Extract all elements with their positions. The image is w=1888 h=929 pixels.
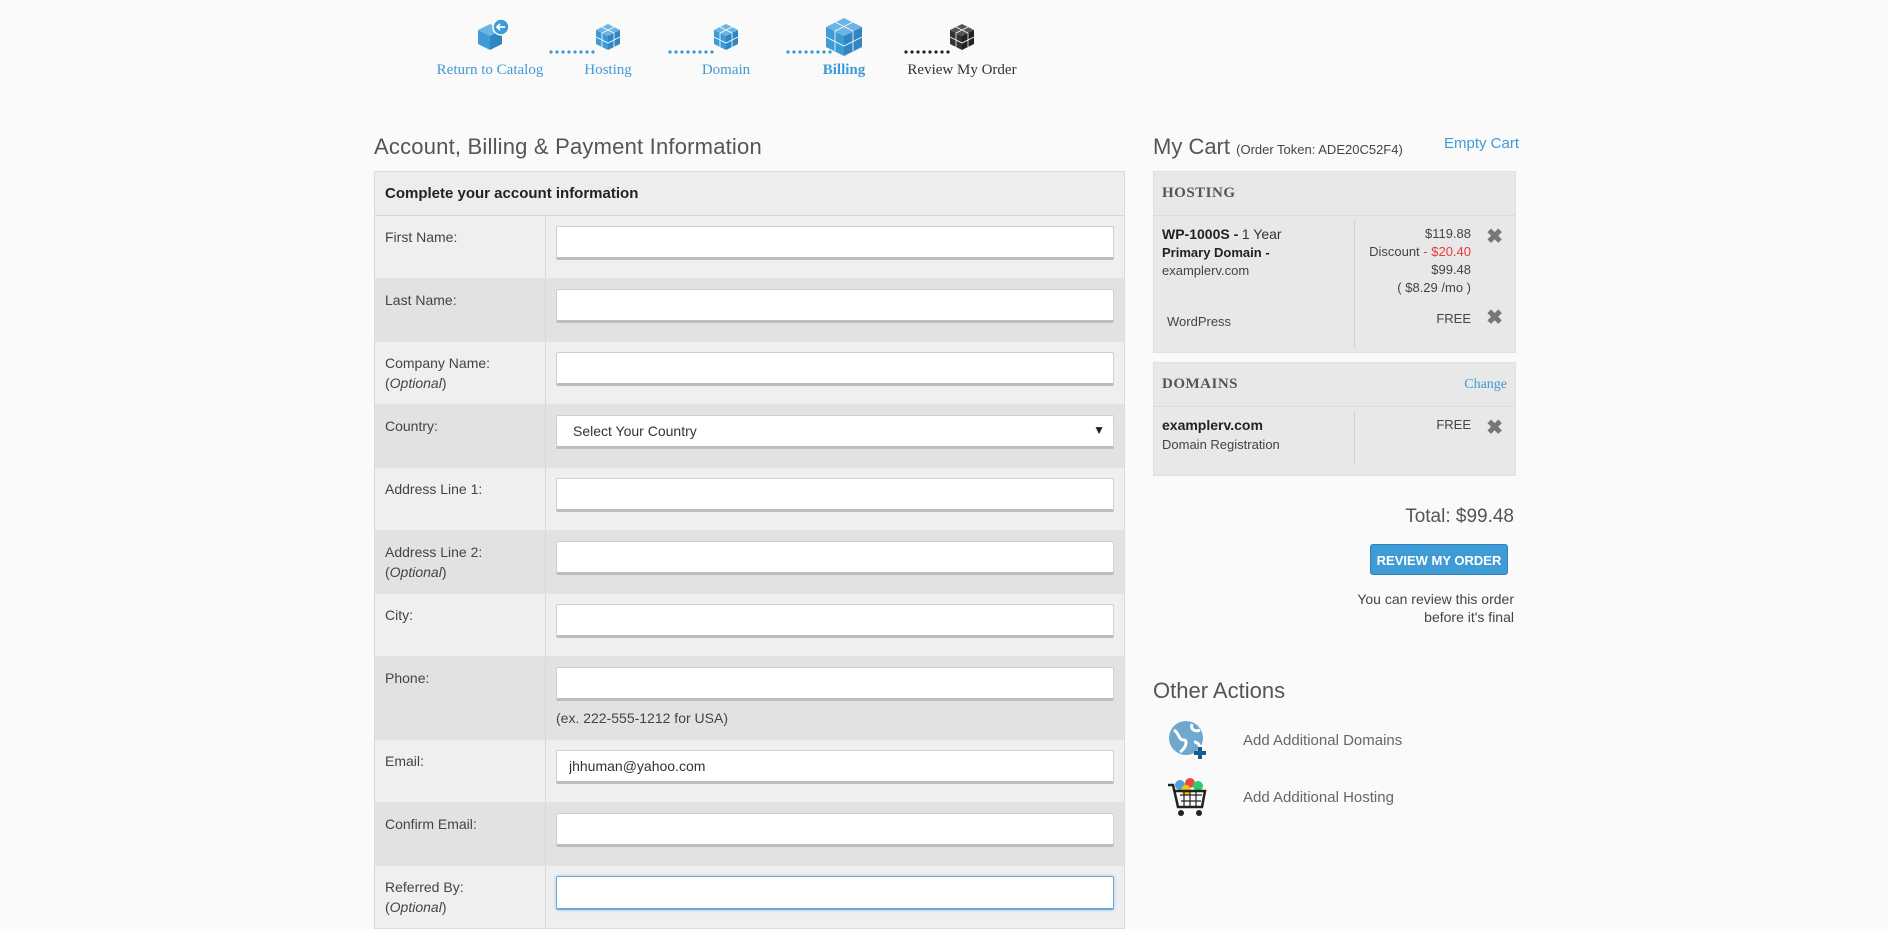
email-input[interactable] — [556, 750, 1114, 784]
form-row-address-1: Address Line 1: — [375, 468, 1124, 531]
cart-item-domain: examplerv.com Domain Registration FREE ✖ — [1154, 407, 1515, 473]
globe-plus-icon — [1169, 721, 1206, 759]
divider — [1354, 411, 1355, 465]
field-label: Country: — [375, 405, 546, 467]
confirm-email-input[interactable] — [556, 813, 1114, 847]
form-row-address-2: Address Line 2: (Optional) — [375, 531, 1124, 594]
checkout-steps: Return to Catalog Hosting Domain Billing — [437, 14, 1060, 94]
company-name-input[interactable] — [556, 352, 1114, 386]
address-line-1-input[interactable] — [556, 478, 1114, 512]
domain-price: FREE — [1436, 417, 1471, 432]
form-row-confirm-email: Confirm Email: — [375, 803, 1124, 866]
field-label: Address Line 1: — [375, 468, 546, 530]
cube-icon — [595, 24, 621, 50]
field-label: City: — [375, 594, 546, 656]
form-row-last-name: Last Name: — [375, 279, 1124, 342]
add-hosting-action[interactable]: Add Additional Hosting — [1166, 775, 1394, 819]
cart-total: Total: $99.48 — [1405, 506, 1514, 527]
review-note: You can review this order before it's fi… — [1357, 591, 1514, 625]
field-label: Address Line 2: (Optional) — [375, 531, 546, 593]
address-line-2-input[interactable] — [556, 541, 1114, 575]
form-panel-title: Complete your account information — [375, 172, 1124, 216]
city-input[interactable] — [556, 604, 1114, 638]
form-row-email: Email: — [375, 740, 1124, 803]
review-order-button[interactable]: REVIEW MY ORDER — [1370, 544, 1508, 575]
empty-cart-link[interactable]: Empty Cart — [1444, 135, 1519, 152]
form-row-city: City: — [375, 594, 1124, 657]
page-title: Account, Billing & Payment Information — [374, 134, 762, 159]
plan-price: $119.88 — [1424, 226, 1471, 241]
change-domain-link[interactable]: Change — [1464, 363, 1507, 406]
phone-hint: (ex. 222-555-1212 for USA) — [556, 710, 728, 726]
field-label: Confirm Email: — [375, 803, 546, 865]
form-row-first-name: First Name: — [375, 216, 1124, 279]
divider — [1354, 220, 1355, 348]
remove-domain-icon[interactable]: ✖ — [1486, 415, 1503, 440]
field-label: Phone: — [375, 657, 546, 739]
phone-input[interactable] — [556, 667, 1114, 701]
plan-net-price: $99.48 — [1431, 262, 1471, 277]
cart-hosting-section: HOSTING WP-1000S - 1 Year Primary Domain… — [1153, 171, 1516, 353]
cart-domains-section: DOMAINS Change examplerv.com Domain Regi… — [1153, 362, 1516, 476]
account-form: Complete your account information First … — [374, 171, 1125, 929]
first-name-input[interactable] — [556, 226, 1114, 260]
form-row-referred-by: Referred By: (Optional) — [375, 866, 1124, 928]
form-row-country: Country: Select Your Country ▼ — [375, 405, 1124, 468]
country-select[interactable]: Select Your Country ▼ — [556, 415, 1114, 449]
remove-hosting-icon[interactable]: ✖ — [1486, 224, 1503, 249]
discount-value: - $20.40 — [1423, 244, 1471, 259]
field-label: First Name: — [375, 216, 546, 278]
step-review-my-order[interactable]: Review My Order — [892, 14, 1032, 79]
addon-name: WordPress — [1167, 314, 1232, 329]
field-label: Last Name: — [375, 279, 546, 341]
referred-by-input[interactable] — [556, 876, 1114, 910]
order-token: (Order Token: ADE20C52F4) — [1236, 142, 1403, 157]
remove-addon-icon[interactable]: ✖ — [1486, 305, 1503, 330]
cube-dark-icon — [949, 24, 975, 50]
cart-section-heading: HOSTING — [1154, 172, 1515, 216]
primary-domain: examplerv.com — [1162, 263, 1250, 278]
form-row-phone: Phone: (ex. 222-555-1212 for USA) — [375, 657, 1124, 740]
cart-section-heading: DOMAINS Change — [1154, 363, 1515, 407]
cart-title: My Cart (Order Token: ADE20C52F4) — [1153, 134, 1403, 159]
cube-icon — [713, 24, 739, 50]
last-name-input[interactable] — [556, 289, 1114, 323]
plan-monthly-price: ( $8.29 /mo ) — [1397, 280, 1471, 295]
dropdown-arrow-icon: ▼ — [1093, 423, 1105, 437]
shopping-cart-icon — [1168, 778, 1207, 816]
form-row-company-name: Company Name: (Optional) — [375, 342, 1124, 405]
add-domains-action[interactable]: Add Additional Domains — [1166, 718, 1402, 762]
cart-item-hosting: WP-1000S - 1 Year Primary Domain - examp… — [1154, 216, 1515, 352]
cube-icon — [825, 18, 863, 56]
field-label: Referred By: (Optional) — [375, 866, 546, 928]
cube-return-icon — [478, 18, 510, 50]
other-actions-title: Other Actions — [1153, 678, 1286, 703]
field-label: Email: — [375, 740, 546, 802]
addon-price: FREE — [1436, 311, 1471, 326]
field-label: Company Name: (Optional) — [375, 342, 546, 404]
